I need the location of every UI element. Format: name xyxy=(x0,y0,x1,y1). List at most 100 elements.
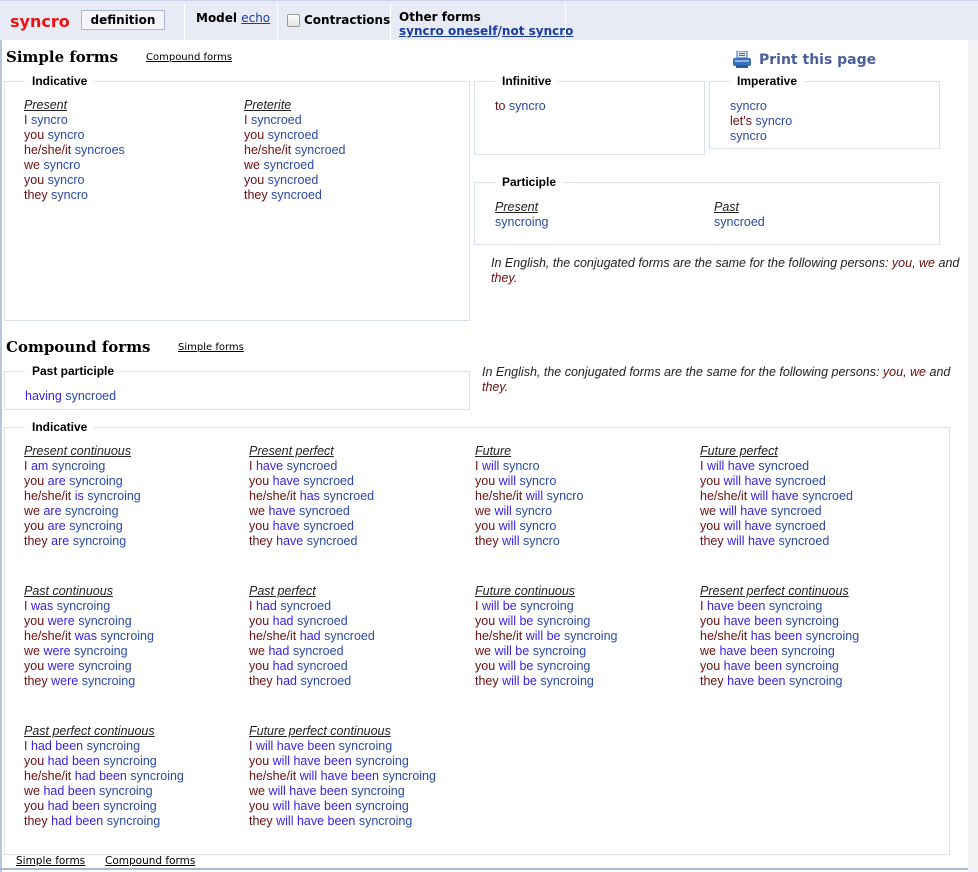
conjugation-row: you have been syncroing xyxy=(700,659,859,674)
tense-name: Past perfect xyxy=(249,584,316,598)
pronoun: you xyxy=(475,474,496,488)
definition-button[interactable]: definition xyxy=(81,10,165,30)
tense-name: Future xyxy=(475,444,512,458)
verb-form: syncro xyxy=(502,459,540,473)
verb-form: syncro xyxy=(730,99,767,113)
conjugation-row: I have been syncroing xyxy=(700,599,859,614)
tense-block: Past perfect I had syncroed you had syncro… xyxy=(249,584,375,689)
pronoun: I xyxy=(249,739,253,753)
scrollbar-track[interactable] xyxy=(968,40,978,872)
pronoun: they xyxy=(475,674,499,688)
contractions-toggle[interactable]: Contractions xyxy=(287,13,390,27)
auxiliary: will have xyxy=(727,534,776,548)
tense-name: Future perfect continuous xyxy=(249,724,391,738)
pronoun: we xyxy=(249,784,265,798)
auxiliary: am xyxy=(30,459,49,473)
auxiliary: have xyxy=(276,534,304,548)
conjugation-row: you had been syncroing xyxy=(24,754,184,769)
conjugation-row: you were syncroing xyxy=(24,614,154,629)
conjugation-row: he/she/it will have syncroed xyxy=(700,489,853,504)
conjugation-row: they syncroed xyxy=(244,188,345,203)
reflexive-form-link[interactable]: syncro oneself xyxy=(399,24,498,38)
conjugation-row: we have syncroed xyxy=(249,504,374,519)
tense-block: Preterite I syncroed you syncroed he/she/it… xyxy=(244,98,345,203)
tense-name: Present xyxy=(495,200,539,214)
verb-form: syncro xyxy=(519,519,557,533)
pronoun: he/she/it xyxy=(475,489,523,503)
conjugation-row: you were syncroing xyxy=(24,659,154,674)
pronoun: we xyxy=(24,504,40,518)
pronoun: I xyxy=(249,599,253,613)
tense-block: Present continuous I am syncroing you are … xyxy=(24,444,141,549)
footer-simple-forms-link[interactable]: Simple forms xyxy=(16,855,85,867)
auxiliary: will have xyxy=(706,459,755,473)
verb-form: syncroed xyxy=(758,459,810,473)
panel-legend: Past participle xyxy=(25,364,122,378)
verb-form: syncro xyxy=(47,128,85,142)
verb-form: syncroing xyxy=(358,814,413,828)
simple-forms-link[interactable]: Simple forms xyxy=(178,342,244,353)
footer-compound-forms-link[interactable]: Compound forms xyxy=(105,855,195,867)
panel-legend: Indicative xyxy=(25,420,95,434)
verb-form: syncroed xyxy=(250,113,302,127)
tense-name: Present continuous xyxy=(24,444,132,458)
pronoun: he/she/it xyxy=(700,629,748,643)
pronoun: they xyxy=(24,814,48,828)
auxiliary: will be xyxy=(498,614,534,628)
infinitive-verb: syncro xyxy=(508,99,546,113)
note-separator: , xyxy=(912,256,920,270)
verb-form: syncroing xyxy=(103,799,157,813)
verb-form: syncro xyxy=(522,534,560,548)
pronoun: I xyxy=(249,459,253,473)
conjugation-row: he/she/it has been syncroing xyxy=(700,629,859,644)
pronoun: he/she/it xyxy=(249,629,297,643)
conjugation-row: he/she/it was syncroing xyxy=(24,629,154,644)
pronoun: we xyxy=(244,158,260,172)
contractions-label: Contractions xyxy=(304,13,391,27)
auxiliary: was xyxy=(74,629,97,643)
pronoun: we xyxy=(24,644,40,658)
verb-form: syncro xyxy=(47,173,85,187)
panel-legend: Imperative xyxy=(730,74,805,88)
auxiliary: had xyxy=(272,659,294,673)
compound-forms-link[interactable]: Compound forms xyxy=(146,52,232,63)
tense-block: Future continuous I will be syncroing you … xyxy=(475,584,617,689)
conjugation-row: we syncro xyxy=(24,158,125,173)
note-person: they xyxy=(491,271,514,285)
verb-form: syncroed xyxy=(775,519,826,533)
imperative-row: syncro xyxy=(730,99,792,114)
pronoun: I xyxy=(244,113,248,127)
negative-form-link[interactable]: not syncro xyxy=(502,24,573,38)
pronoun: I xyxy=(24,113,28,127)
tense-name: Present perfect xyxy=(249,444,334,458)
auxiliary: will have xyxy=(750,489,799,503)
pronoun: he/she/it xyxy=(700,489,748,503)
tense-block: Future I will syncro you will syncro he/she… xyxy=(475,444,583,549)
auxiliary: will xyxy=(481,459,500,473)
pronoun: they xyxy=(24,534,48,548)
verb-form: syncro xyxy=(755,114,793,128)
pronoun: he/she/it xyxy=(24,769,72,783)
verb-form: syncroing xyxy=(338,739,393,753)
auxiliary: will xyxy=(498,474,516,488)
conjugation-row: you syncro xyxy=(24,173,125,188)
simple-forms-heading: Simple forms xyxy=(6,48,119,66)
contractions-checkbox[interactable] xyxy=(287,13,300,27)
print-button[interactable]: Print this page xyxy=(732,51,876,69)
model-link[interactable]: echo xyxy=(241,11,270,25)
auxiliary: was xyxy=(30,599,54,613)
verb-form: syncroing xyxy=(81,674,136,688)
pronoun: I xyxy=(475,599,479,613)
pronoun: you xyxy=(249,659,270,673)
verb-form: syncroing xyxy=(781,644,835,658)
pronoun: you xyxy=(475,614,496,628)
verb-form: syncroing xyxy=(355,799,409,813)
verb-form: syncroed xyxy=(280,599,332,613)
conjugation-row: I had been syncroing xyxy=(24,739,184,754)
tense-block: Present perfect continuous I have been sy… xyxy=(700,584,859,689)
conjugation-row: I am syncroing xyxy=(24,459,141,474)
conjugation-row: he/she/it is syncroing xyxy=(24,489,141,504)
verb-form: syncroing xyxy=(785,614,840,628)
pronoun: you xyxy=(24,614,45,628)
pronoun: they xyxy=(244,188,268,202)
